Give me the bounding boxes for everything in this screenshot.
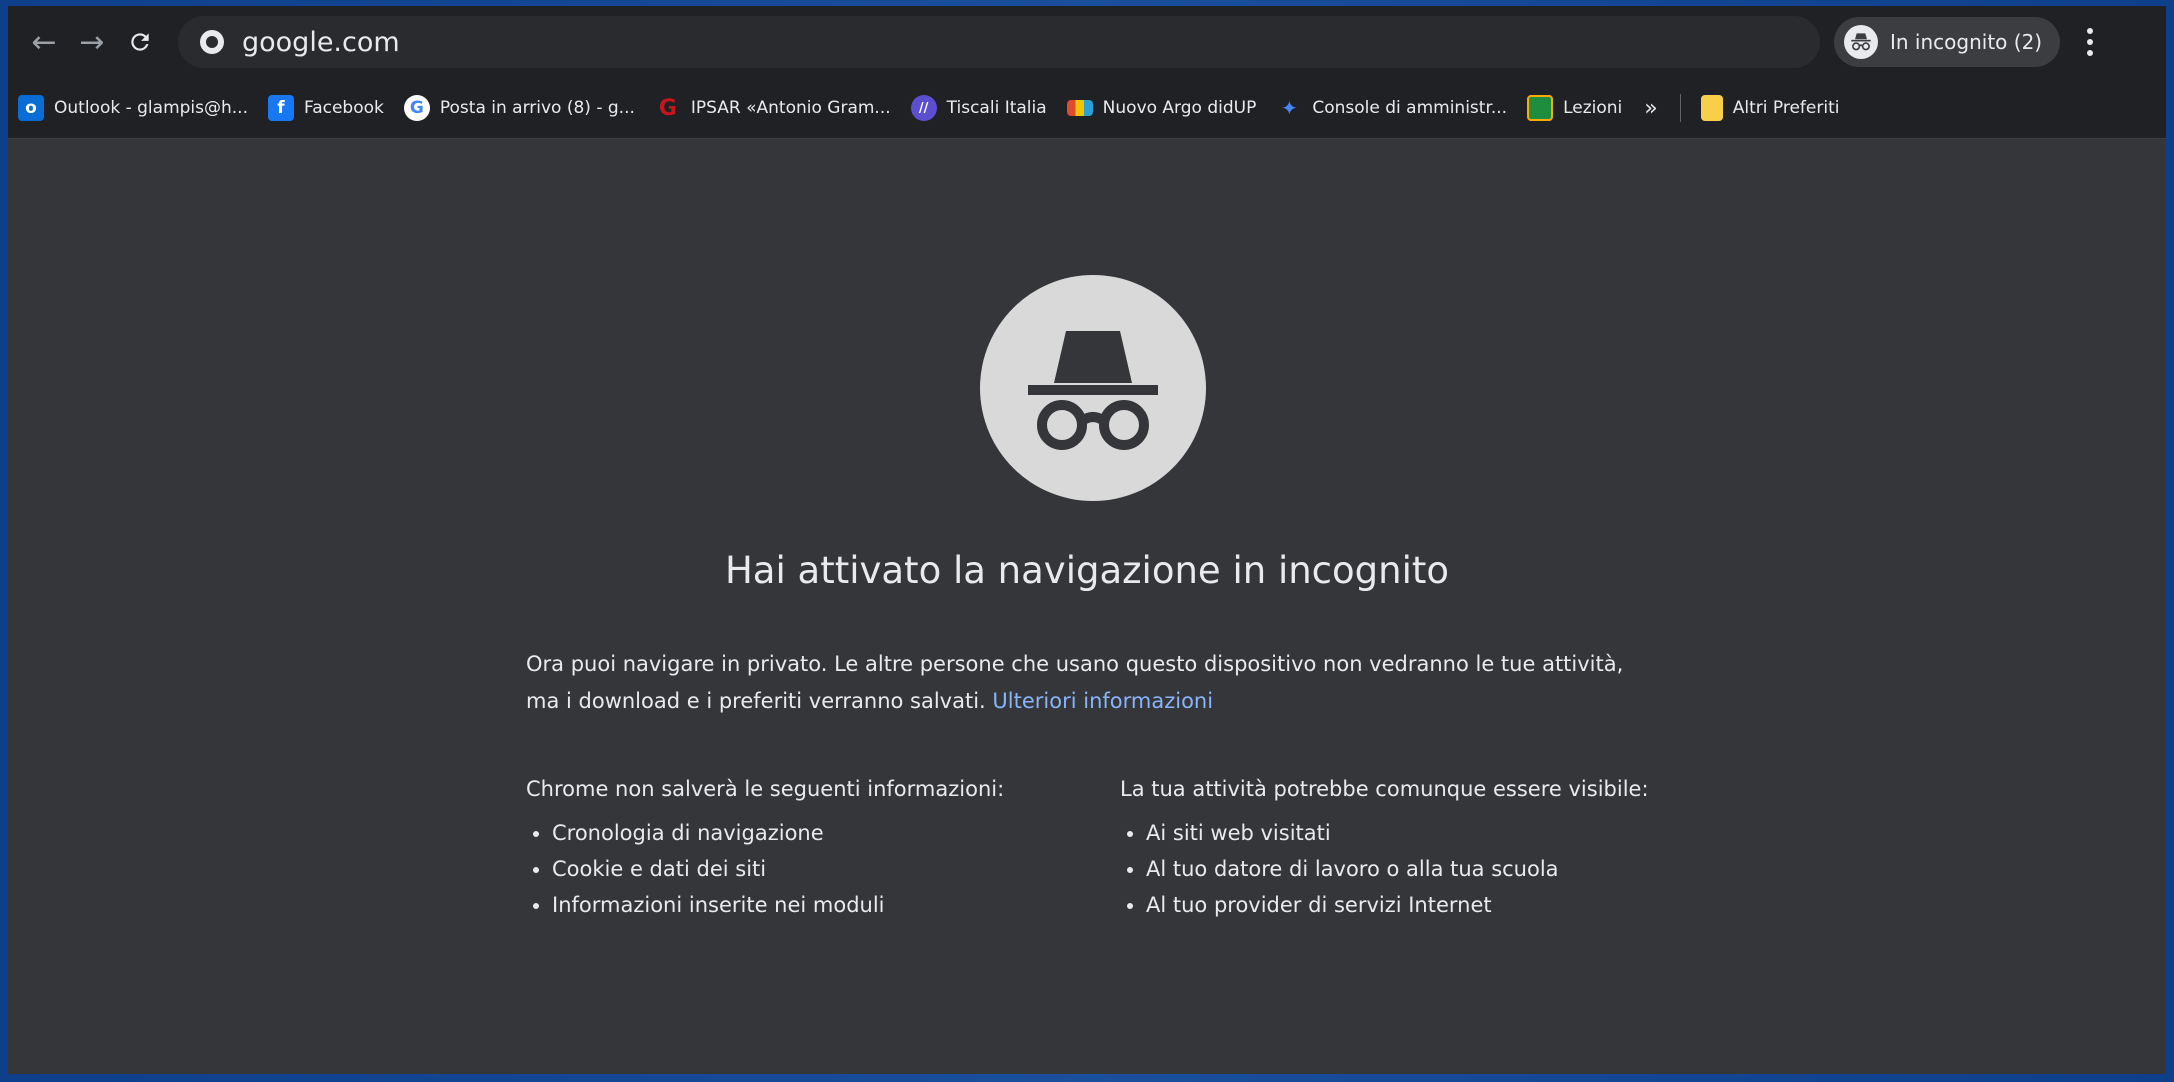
intro-paragraph: Ora puoi navigare in privato. Le altre p…: [526, 646, 1656, 720]
arrow-left-icon: ←: [31, 24, 57, 60]
console-icon: ✦: [1280, 96, 1298, 120]
bookmark-argo[interactable]: Nuovo Argo didUP: [1057, 86, 1267, 130]
incognito-label: In incognito (2): [1890, 30, 2043, 54]
facebook-icon: f: [267, 95, 294, 121]
page-title: Hai attivato la navigazione in incognito: [724, 549, 1450, 592]
bookmark-console[interactable]: ✦ Console di amministr...: [1266, 86, 1517, 130]
bookmark-label: IPSAR «Antonio Gram...: [690, 98, 891, 118]
menu-dot: [2087, 50, 2094, 56]
list-item: Cookie e dati dei siti: [552, 851, 1086, 887]
learn-more-link[interactable]: Ulteriori informazioni: [992, 689, 1213, 713]
bookmark-tiscali[interactable]: // Tiscali Italia: [901, 86, 1057, 130]
ipsar-icon: G: [658, 95, 677, 121]
classroom-icon: [1527, 95, 1554, 121]
not-saved-section: Chrome non salverà le seguenti informazi…: [526, 771, 1086, 923]
incognito-hero-icon: [980, 275, 1206, 501]
not-saved-heading: Chrome non salverà le seguenti informazi…: [526, 777, 1005, 801]
browser-window: ← → google.com In incognito (2) o Outloo…: [8, 6, 2166, 1074]
argo-icon: [1066, 100, 1093, 116]
reload-icon: [131, 33, 149, 51]
menu-dot: [2087, 28, 2094, 34]
bookmarks-divider: [1679, 94, 1681, 122]
incognito-icon: [1844, 25, 1878, 59]
menu-dot: [2087, 39, 2094, 45]
bookmark-label: Console di amministr...: [1312, 98, 1508, 118]
bookmark-label: Tiscali Italia: [946, 98, 1047, 118]
bookmark-label: Nuovo Argo didUP: [1102, 98, 1257, 118]
desktop-background: ← → google.com In incognito (2) o Outloo…: [0, 0, 2174, 1082]
list-item: Al tuo provider di servizi Internet: [1146, 887, 1660, 923]
more-bookmarks-button[interactable]: »: [1632, 96, 1669, 121]
browser-toolbar: ← → google.com In incognito (2): [8, 6, 2166, 78]
bookmarks-bar: o Outlook - glampis@h... f Facebook G Po…: [8, 78, 2166, 139]
folder-icon: [1700, 95, 1723, 121]
incognito-page: Hai attivato la navigazione in incognito…: [8, 139, 2166, 1074]
bookmark-facebook[interactable]: f Facebook: [258, 86, 394, 130]
bookmark-outlook[interactable]: o Outlook - glampis@h...: [8, 86, 258, 130]
site-info-icon[interactable]: [200, 30, 224, 54]
incognito-profile-button[interactable]: In incognito (2): [1834, 17, 2061, 67]
tiscali-icon: //: [910, 95, 937, 121]
bookmark-label: Altri Preferiti: [1732, 98, 1840, 118]
bookmark-label: Lezioni: [1563, 98, 1623, 118]
address-bar[interactable]: google.com: [178, 16, 1820, 68]
forward-button[interactable]: →: [68, 18, 116, 66]
reload-button[interactable]: [116, 18, 164, 66]
still-visible-list: Ai siti web visitati Al tuo datore di la…: [1120, 815, 1660, 923]
bookmark-lezioni[interactable]: Lezioni: [1517, 86, 1632, 130]
not-saved-list: Cronologia di navigazione Cookie e dati …: [526, 815, 1086, 923]
google-icon: G: [403, 95, 430, 121]
other-bookmarks-folder[interactable]: Altri Preferiti: [1691, 86, 1850, 130]
list-item: Cronologia di navigazione: [552, 815, 1086, 851]
url-text[interactable]: google.com: [242, 27, 400, 58]
list-item: Informazioni inserite nei moduli: [552, 887, 1086, 923]
still-visible-section: La tua attività potrebbe comunque essere…: [1120, 771, 1660, 923]
outlook-icon: o: [18, 95, 44, 121]
list-item: Ai siti web visitati: [1146, 815, 1660, 851]
bookmark-label: Facebook: [303, 98, 384, 118]
back-button[interactable]: ←: [20, 18, 68, 66]
arrow-right-icon: →: [79, 24, 105, 60]
chrome-menu-button[interactable]: [2078, 18, 2102, 66]
still-visible-heading: La tua attività potrebbe comunque essere…: [1120, 777, 1649, 801]
bookmark-gmail[interactable]: G Posta in arrivo (8) - g...: [394, 86, 645, 130]
list-item: Al tuo datore di lavoro o alla tua scuol…: [1146, 851, 1660, 887]
bookmark-ipsar[interactable]: G IPSAR «Antonio Gram...: [645, 86, 901, 130]
bookmark-label: Posta in arrivo (8) - g...: [439, 98, 635, 118]
bookmark-label: Outlook - glampis@h...: [54, 98, 248, 118]
